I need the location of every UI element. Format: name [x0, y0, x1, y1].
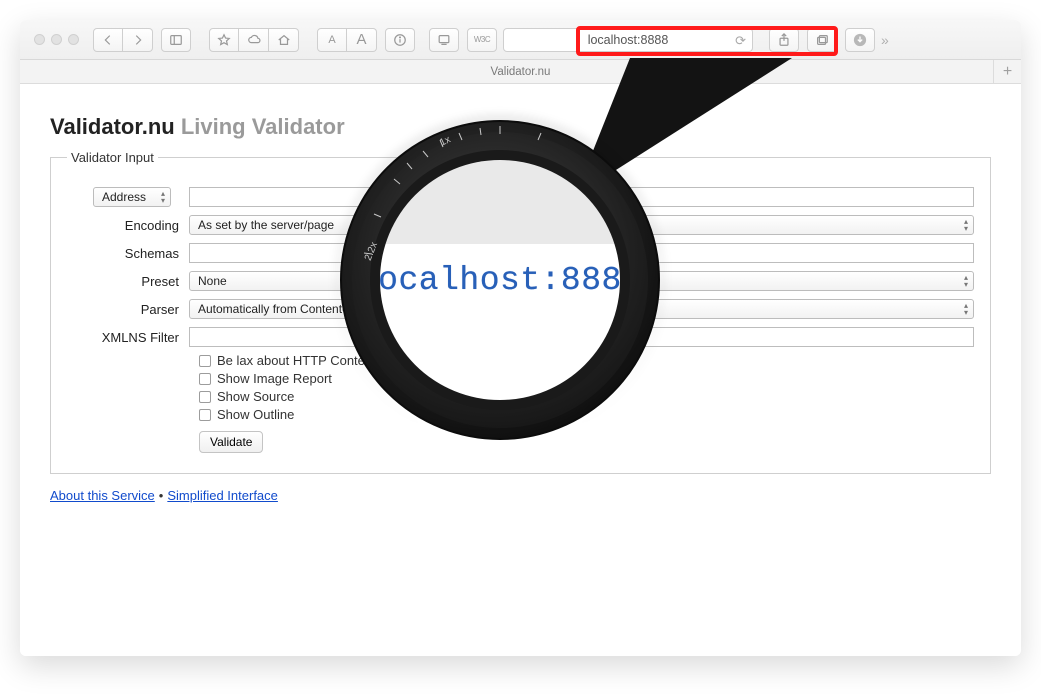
icloud-tabs-button[interactable]	[239, 28, 269, 52]
title-main: Validator.nu	[50, 114, 175, 139]
address-mode-select[interactable]: Address▴▾	[93, 187, 171, 207]
browser-toolbar: A A W3C localhost:8888 ⟳ »	[20, 20, 1021, 60]
image-report-label: Show Image Report	[217, 371, 332, 386]
parser-label: Parser	[67, 302, 189, 317]
lax-checkbox[interactable]	[199, 355, 211, 367]
nav-back-button[interactable]	[93, 28, 123, 52]
text-smaller-button[interactable]: A	[317, 28, 347, 52]
validate-button[interactable]: Validate	[199, 431, 263, 453]
screen-button[interactable]	[429, 28, 459, 52]
show-outline-checkbox[interactable]	[199, 409, 211, 421]
traffic-lights	[20, 34, 79, 45]
new-tab-button[interactable]: +	[993, 60, 1021, 84]
simplified-interface-link[interactable]: Simplified Interface	[167, 488, 278, 503]
tabs-overview-button[interactable]	[807, 28, 837, 52]
preset-label: Preset	[67, 274, 189, 289]
nav-forward-button[interactable]	[123, 28, 153, 52]
footer-links: About this Service•Simplified Interface	[50, 488, 991, 503]
top-sites-button[interactable]	[209, 28, 239, 52]
xmlns-label: XMLNS Filter	[67, 330, 189, 345]
minimize-window-button[interactable]	[51, 34, 62, 45]
show-outline-label: Show Outline	[217, 407, 294, 422]
image-report-checkbox[interactable]	[199, 373, 211, 385]
reload-icon[interactable]: ⟳	[735, 33, 746, 49]
show-source-label: Show Source	[217, 389, 294, 404]
downloads-button[interactable]	[845, 28, 875, 52]
tab-bar: Validator.nu +	[20, 60, 1021, 84]
encoding-label: Encoding	[67, 218, 189, 233]
address-bar[interactable]: localhost:8888 ⟳	[503, 28, 753, 52]
share-button[interactable]	[769, 28, 799, 52]
close-window-button[interactable]	[34, 34, 45, 45]
zoom-window-button[interactable]	[68, 34, 79, 45]
about-service-link[interactable]: About this Service	[50, 488, 155, 503]
sidebar-toggle-button[interactable]	[161, 28, 191, 52]
home-button[interactable]	[269, 28, 299, 52]
info-button[interactable]	[385, 28, 415, 52]
fieldset-legend: Validator Input	[67, 150, 158, 165]
active-tab-title[interactable]: Validator.nu	[491, 66, 551, 78]
magnified-text: localhost:8888	[380, 262, 620, 299]
magnifier-loupe: localhost:8888 2.2x 1x	[340, 120, 660, 440]
title-sub: Living Validator	[181, 114, 345, 139]
w3c-button[interactable]: W3C	[467, 28, 497, 52]
show-source-checkbox[interactable]	[199, 391, 211, 403]
toolbar-overflow-icon[interactable]: »	[875, 32, 895, 48]
address-url-text: localhost:8888	[588, 33, 669, 47]
schemas-label: Schemas	[67, 246, 189, 261]
text-larger-button[interactable]: A	[347, 28, 377, 52]
